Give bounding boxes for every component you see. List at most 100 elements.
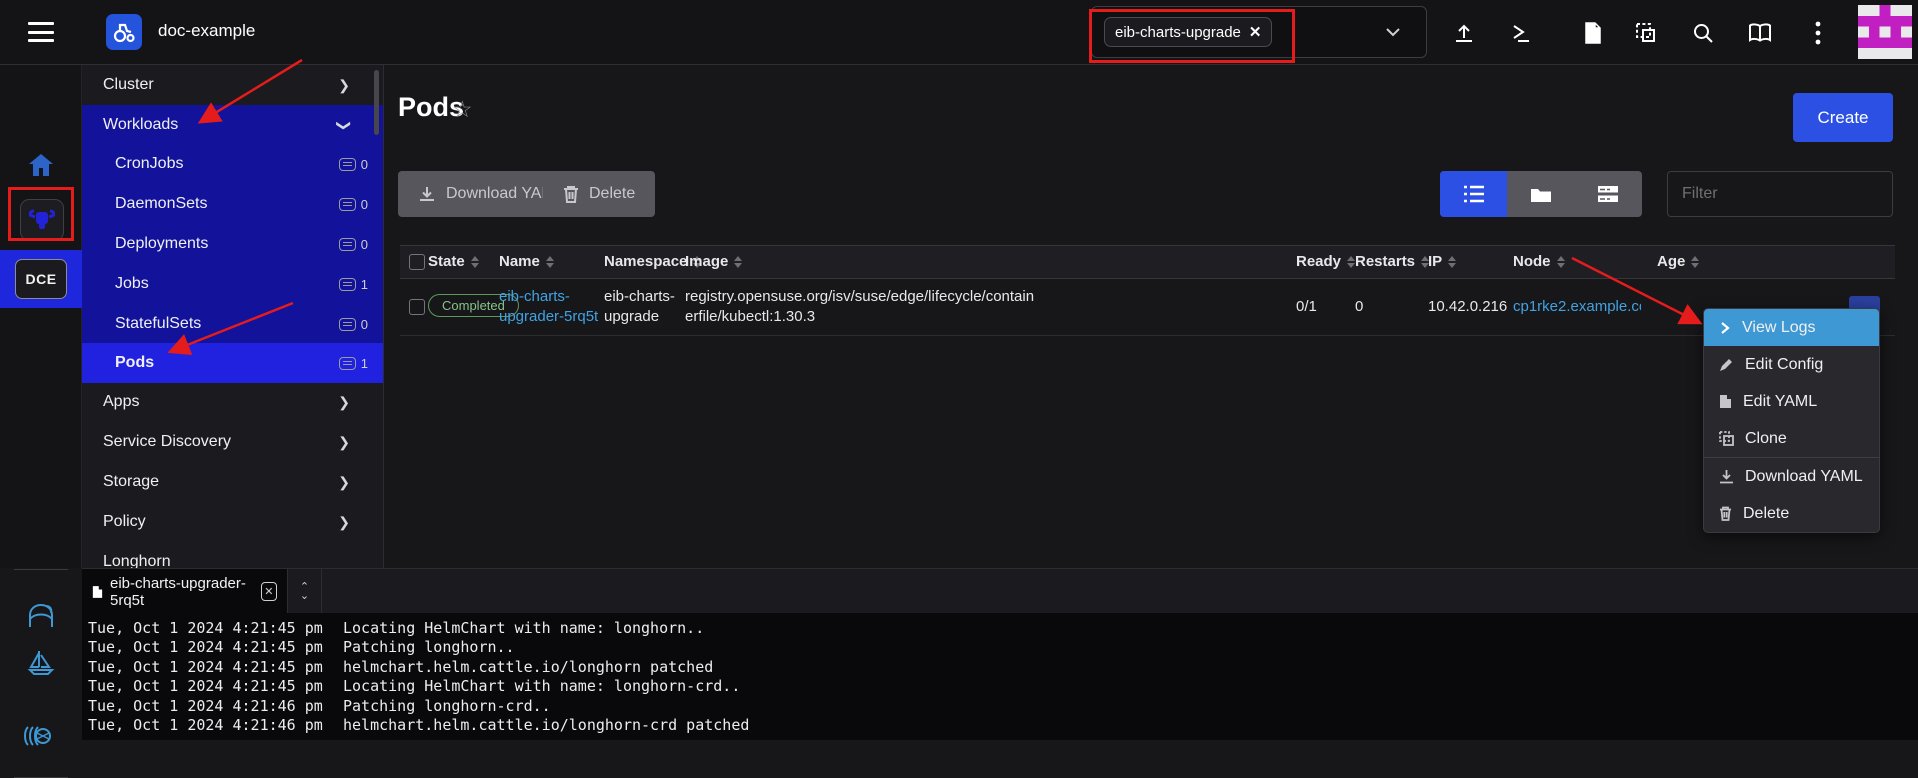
hamburger-menu-icon[interactable]	[28, 22, 54, 42]
kubectl-shell-icon[interactable]	[1506, 18, 1536, 48]
rail-divider	[14, 569, 68, 570]
avatar[interactable]	[1858, 5, 1912, 59]
select-all-checkbox[interactable]	[409, 254, 425, 270]
chip-label: eib-charts-upgrade	[1115, 24, 1241, 41]
sidebar-item-service-discovery[interactable]: Service Discovery ❯	[82, 422, 384, 462]
upload-icon[interactable]	[1449, 18, 1479, 48]
resource-count: 0	[361, 317, 368, 332]
log-line: Tue, Oct 1 2024 4:21:46 pmhelmchart.helm…	[88, 716, 1918, 735]
favorite-star-icon[interactable]: ☆	[452, 96, 473, 123]
col-ip: IP	[1428, 253, 1456, 270]
resource-count: 1	[361, 277, 368, 292]
cluster-badge-dce[interactable]: DCE	[15, 259, 67, 299]
filter-input[interactable]	[1667, 171, 1893, 217]
menu-item-edit-yaml[interactable]: Edit YAML	[1704, 383, 1880, 420]
col-ready: Ready	[1296, 253, 1355, 270]
close-icon[interactable]: ✕	[261, 582, 277, 601]
image-cell: registry.opensuse.org/isv/suse/edge/life…	[685, 287, 1034, 327]
chevron-down-icon[interactable]	[1385, 24, 1401, 41]
resource-count: 0	[361, 237, 368, 252]
chevron-right-icon: ❯	[338, 394, 350, 411]
resource-count-icon	[339, 318, 356, 331]
log-tab-label: eib-charts-upgrader-5rq5t	[110, 575, 254, 609]
coil-icon[interactable]	[22, 725, 52, 751]
search-icon[interactable]	[1688, 18, 1718, 48]
log-tab[interactable]: eib-charts-upgrader-5rq5t ✕	[82, 569, 288, 614]
search-filter-chip[interactable]: eib-charts-upgrade ✕	[1104, 17, 1272, 47]
sidebar-item-deployments[interactable]: Deployments 0	[82, 224, 384, 264]
sidebar-item-cluster[interactable]: Cluster ❯	[82, 65, 384, 105]
docs-book-icon[interactable]	[1745, 18, 1775, 48]
sidebar-item-workloads[interactable]: Workloads ❯	[82, 105, 384, 145]
log-line: Tue, Oct 1 2024 4:21:45 pmPatching longh…	[88, 638, 1918, 657]
folder-icon	[1530, 186, 1552, 203]
chevron-down-icon: ❯	[336, 119, 353, 131]
sidebar-item-pods[interactable]: Pods 1	[82, 343, 384, 383]
pod-name-link[interactable]: eib-charts-upgrader-5rq5t	[499, 287, 598, 327]
resource-count-icon	[339, 278, 356, 291]
log-line: Tue, Oct 1 2024 4:21:45 pmLocating HelmC…	[88, 677, 1918, 696]
node-link[interactable]: cp1rke2.example.co	[1513, 297, 1641, 317]
folder-view-button[interactable]	[1507, 171, 1574, 217]
pods-table: State Name Namespace Image Ready Restart…	[400, 245, 1895, 335]
chevron-right-icon: ❯	[338, 434, 350, 451]
sidebar-scrollbar[interactable]	[374, 70, 379, 135]
cluster-app-button[interactable]	[20, 199, 64, 241]
menu-item-clone[interactable]: Clone	[1704, 420, 1880, 457]
sidebar-item-apps[interactable]: Apps ❯	[82, 382, 384, 422]
sidebar-item-policy[interactable]: Policy ❯	[82, 502, 384, 542]
list-view-button[interactable]	[1440, 171, 1507, 217]
rancher-logo[interactable]	[106, 14, 142, 50]
table-row[interactable]: Completed eib-charts-upgrader-5rq5t eib-…	[400, 279, 1895, 336]
restarts-cell: 0	[1355, 297, 1363, 317]
trash-icon	[1719, 506, 1732, 521]
delete-button[interactable]: Delete	[543, 171, 655, 217]
col-restarts: Restarts	[1355, 253, 1429, 270]
home-icon[interactable]	[28, 153, 54, 181]
file-icon[interactable]	[1578, 18, 1608, 48]
resource-count-icon	[339, 198, 356, 211]
menu-item-delete[interactable]: Delete	[1704, 495, 1880, 532]
chevron-right-icon	[1719, 321, 1731, 335]
sidebar-item-storage[interactable]: Storage ❯	[82, 462, 384, 502]
menu-item-edit-config[interactable]: Edit Config	[1704, 346, 1880, 383]
cluster-sidebar: Cluster ❯ Workloads ❯ CronJobs 0 DaemonS…	[82, 65, 384, 568]
menu-item-view-logs[interactable]: View Logs	[1704, 309, 1880, 346]
log-output[interactable]: Tue, Oct 1 2024 4:21:45 pmLocating HelmC…	[82, 613, 1918, 740]
ip-cell: 10.42.0.216	[1428, 297, 1507, 317]
sidebar-item-statefulsets[interactable]: StatefulSets 0	[82, 304, 384, 344]
trash-icon	[563, 185, 579, 203]
sidebar-item-longhorn[interactable]: Longhorn	[82, 542, 384, 568]
row-checkbox[interactable]	[409, 299, 425, 315]
create-button[interactable]: Create	[1793, 93, 1893, 142]
clone-icon	[1719, 431, 1734, 446]
kebab-menu-icon[interactable]	[1803, 18, 1833, 48]
download-icon	[1719, 469, 1734, 484]
resource-search-box[interactable]: eib-charts-upgrade ✕	[1091, 6, 1427, 58]
download-icon	[418, 185, 436, 203]
col-age: Age	[1657, 253, 1699, 270]
chevron-right-icon: ❯	[338, 77, 350, 94]
sidebar-item-cronjobs[interactable]: CronJobs 0	[82, 144, 384, 184]
top-bar: doc-example eib-charts-upgrade ✕	[0, 0, 1918, 65]
cluster-manager-icon[interactable]	[27, 603, 55, 633]
sidebar-item-daemonsets[interactable]: DaemonSets 0	[82, 184, 384, 224]
pencil-icon	[1719, 357, 1734, 372]
chevron-right-icon: ❯	[338, 514, 350, 531]
resource-count-icon	[339, 238, 356, 251]
sailboat-icon[interactable]	[27, 649, 55, 681]
menu-item-download-yaml[interactable]: Download YAML	[1704, 458, 1880, 495]
resource-count: 1	[361, 356, 368, 371]
log-line: Tue, Oct 1 2024 4:21:46 pmPatching longh…	[88, 697, 1918, 716]
chip-remove-icon[interactable]: ✕	[1249, 23, 1262, 41]
col-image: Image	[685, 253, 742, 270]
col-name: Name	[499, 253, 554, 270]
resource-count-icon	[339, 357, 356, 370]
chevron-right-icon: ❯	[338, 474, 350, 491]
drawer-resize-toggle[interactable]: ⌃⌄	[288, 569, 322, 614]
snapshot-icon[interactable]	[1631, 18, 1661, 48]
col-node: Node	[1513, 253, 1565, 270]
cluster-name: doc-example	[158, 21, 255, 41]
grouped-view-button[interactable]	[1575, 171, 1642, 217]
sidebar-item-jobs[interactable]: Jobs 1	[82, 264, 384, 304]
